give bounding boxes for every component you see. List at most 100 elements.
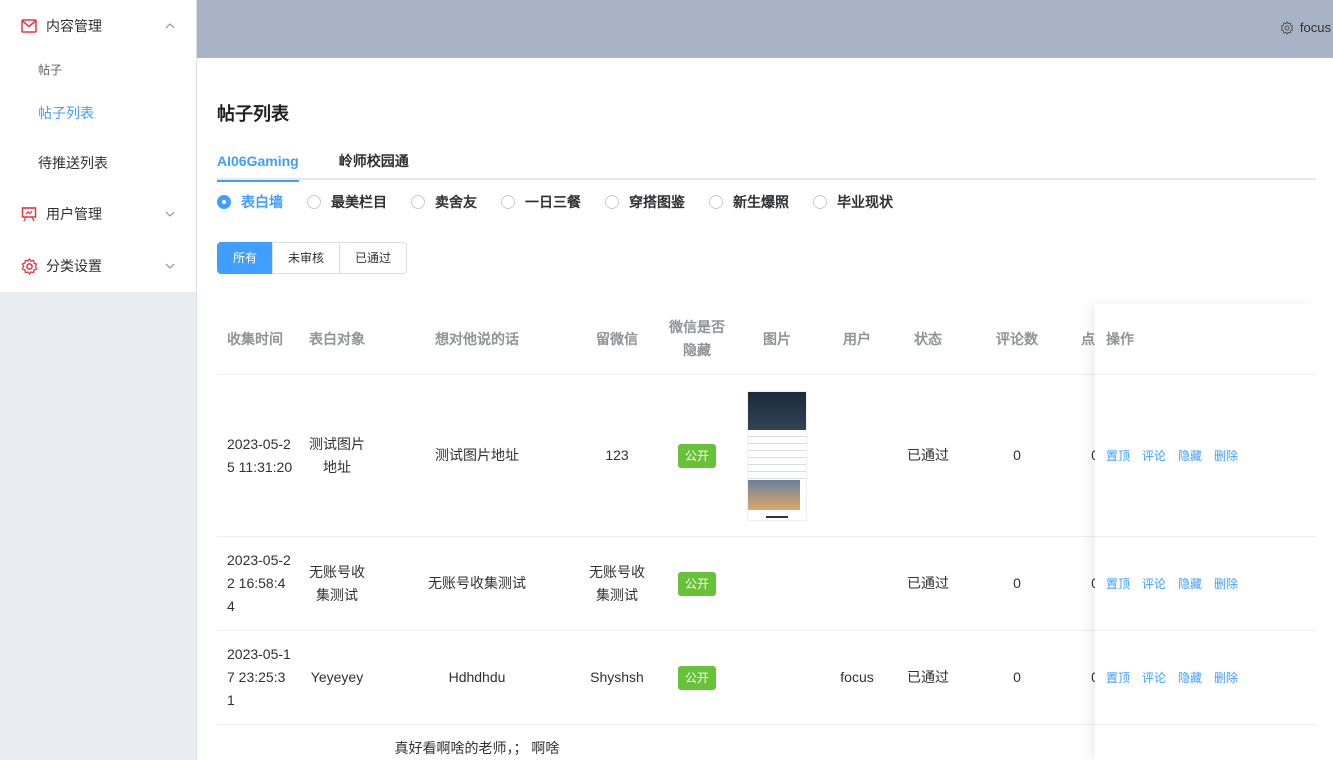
- pin-button[interactable]: 置顶: [1106, 447, 1130, 464]
- radio-dot: [813, 195, 827, 209]
- radio-outfits[interactable]: 穿搭图鉴: [605, 192, 685, 212]
- radio-label: 最美栏目: [331, 194, 387, 210]
- sidebar: 内容管理 帖子 帖子列表 待推送列表 用户管理 分类设置: [0, 0, 197, 760]
- cell-wechat: 123: [605, 447, 629, 463]
- operations-column: 操作 置顶 评论 隐藏 删除 置顶 评论 隐藏 删除 置顶 评论 隐藏 删除: [1095, 304, 1316, 760]
- delete-button[interactable]: 删除: [1214, 447, 1238, 464]
- status-filter-group: 所有 未审核 已通过: [217, 242, 408, 274]
- operations-row: 置顶 评论 隐藏 删除: [1095, 631, 1316, 725]
- public-tag: 公开: [677, 665, 716, 690]
- hide-button[interactable]: 隐藏: [1178, 669, 1202, 686]
- chevron-up-icon: [165, 23, 175, 29]
- menu-group-content[interactable]: 内容管理: [0, 0, 196, 52]
- radio-best-column[interactable]: 最美栏目: [307, 192, 387, 212]
- cell-comments: 0: [1013, 669, 1021, 685]
- radio-confession-wall[interactable]: 表白墙: [217, 192, 283, 212]
- cell-wechat-hidden: 公开: [657, 571, 737, 596]
- public-tag: 公开: [677, 571, 716, 596]
- cell-words: 测试图片地址: [435, 447, 519, 463]
- page-title: 帖子列表: [217, 104, 289, 124]
- cell-wechat-hidden: 公开: [657, 665, 737, 690]
- cell-comments: 0: [1013, 575, 1021, 591]
- main-content: 帖子列表 AI06Gaming 岭师校园通 表白墙 最美栏目 卖舍友 一日三餐 …: [217, 58, 1316, 760]
- menu-group-label: 用户管理: [46, 206, 102, 222]
- comment-button[interactable]: 评论: [1142, 669, 1166, 686]
- col-header-image: 图片: [763, 330, 791, 347]
- top-header: focus: [197, 0, 1333, 58]
- cell-wechat-hidden: 公开: [657, 443, 737, 468]
- cell-time: 2023-05-25 11:31:20: [227, 435, 293, 475]
- pin-button[interactable]: 置顶: [1106, 575, 1130, 592]
- chevron-down-icon: [165, 211, 175, 217]
- cell-time: 2023-05-22 16:58:44: [227, 552, 291, 614]
- cell-user: focus: [840, 669, 874, 685]
- sidebar-item-push-list[interactable]: 待推送列表: [0, 138, 196, 188]
- radio-label: 新生爆照: [733, 194, 789, 210]
- operations-row: 置顶 评论 隐藏 删除: [1095, 375, 1316, 537]
- gear-icon: [20, 257, 38, 275]
- radio-three-meals[interactable]: 一日三餐: [501, 192, 581, 212]
- col-header-user: 用户: [843, 330, 871, 347]
- delete-button[interactable]: 删除: [1214, 669, 1238, 686]
- radio-dot: [709, 195, 723, 209]
- cell-status: 已通过: [907, 447, 949, 463]
- tabs: AI06Gaming 岭师校园通: [217, 146, 1316, 182]
- menu-group-users[interactable]: 用户管理: [0, 188, 196, 240]
- pin-button[interactable]: 置顶: [1106, 669, 1130, 686]
- cell-words: 真好看啊啥的老师，； 啊啥: [394, 740, 560, 756]
- col-header-wechat: 留微信: [596, 330, 638, 347]
- hide-button[interactable]: 隐藏: [1178, 447, 1202, 464]
- delete-button[interactable]: 删除: [1214, 575, 1238, 592]
- cell-comments: 0: [1013, 447, 1021, 463]
- hide-button[interactable]: 隐藏: [1178, 575, 1202, 592]
- radio-label: 穿搭图鉴: [629, 194, 685, 210]
- filter-unreviewed-button[interactable]: 未审核: [272, 242, 341, 274]
- sidebar-menu: 内容管理 帖子 帖子列表 待推送列表 用户管理 分类设置: [0, 0, 196, 292]
- col-header-comments: 评论数: [996, 330, 1038, 347]
- radio-label: 卖舍友: [435, 194, 477, 210]
- radio-dot: [307, 195, 321, 209]
- menu-group-categories[interactable]: 分类设置: [0, 240, 196, 292]
- cell-target: Yeyeyey: [310, 669, 364, 685]
- col-header-operations: 操作: [1095, 304, 1316, 375]
- col-header-wechat-hidden: 微信是否 隐藏: [657, 316, 737, 362]
- col-header-line: 微信是否: [669, 319, 725, 335]
- settings-icon: [1280, 20, 1294, 35]
- col-header-status: 状态: [914, 330, 942, 347]
- radio-label: 表白墙: [241, 194, 283, 210]
- col-header-time: 收集时间: [227, 330, 283, 347]
- tab-campus[interactable]: 岭师校园通: [339, 146, 409, 180]
- cell-words: Hdhdhdu: [448, 669, 506, 685]
- radio-sell-roommate[interactable]: 卖舍友: [411, 192, 477, 212]
- cell-wechat: Shyshsh: [590, 669, 644, 685]
- radio-freshman-photos[interactable]: 新生爆照: [709, 192, 789, 212]
- menu-group-label: 分类设置: [46, 258, 102, 274]
- category-radio-group: 表白墙 最美栏目 卖舍友 一日三餐 穿搭图鉴 新生爆照 毕业现状: [217, 192, 917, 212]
- filter-all-button[interactable]: 所有: [217, 242, 274, 274]
- radio-label: 一日三餐: [525, 194, 581, 210]
- user-menu[interactable]: focus: [1280, 20, 1331, 35]
- col-header-line: 隐藏: [683, 342, 711, 358]
- username: focus: [1299, 20, 1331, 35]
- radio-dot: [501, 195, 515, 209]
- cell-status: 已通过: [907, 575, 949, 591]
- cell-target: 无账号收集测试: [309, 563, 365, 603]
- cell-target: 测试图片地址: [309, 435, 365, 475]
- cell-time: 2023-05-17 23:25:31: [227, 646, 291, 708]
- post-image-thumbnail[interactable]: [747, 390, 807, 521]
- presentation-icon: [20, 205, 38, 223]
- tab-ai06gaming[interactable]: AI06Gaming: [217, 146, 299, 182]
- mail-icon: [20, 17, 38, 35]
- comment-button[interactable]: 评论: [1142, 575, 1166, 592]
- filter-approved-button[interactable]: 已通过: [339, 242, 408, 274]
- cell-image: [737, 390, 817, 521]
- cell-status: 已通过: [907, 669, 949, 685]
- chevron-down-icon: [165, 263, 175, 269]
- radio-dot: [217, 195, 231, 209]
- sidebar-item-post-list[interactable]: 帖子列表: [0, 88, 196, 138]
- col-header-words: 想对他说的话: [435, 330, 519, 347]
- submenu-title: 帖子: [38, 63, 63, 77]
- radio-label: 毕业现状: [837, 194, 893, 210]
- comment-button[interactable]: 评论: [1142, 447, 1166, 464]
- radio-graduation[interactable]: 毕业现状: [813, 192, 893, 212]
